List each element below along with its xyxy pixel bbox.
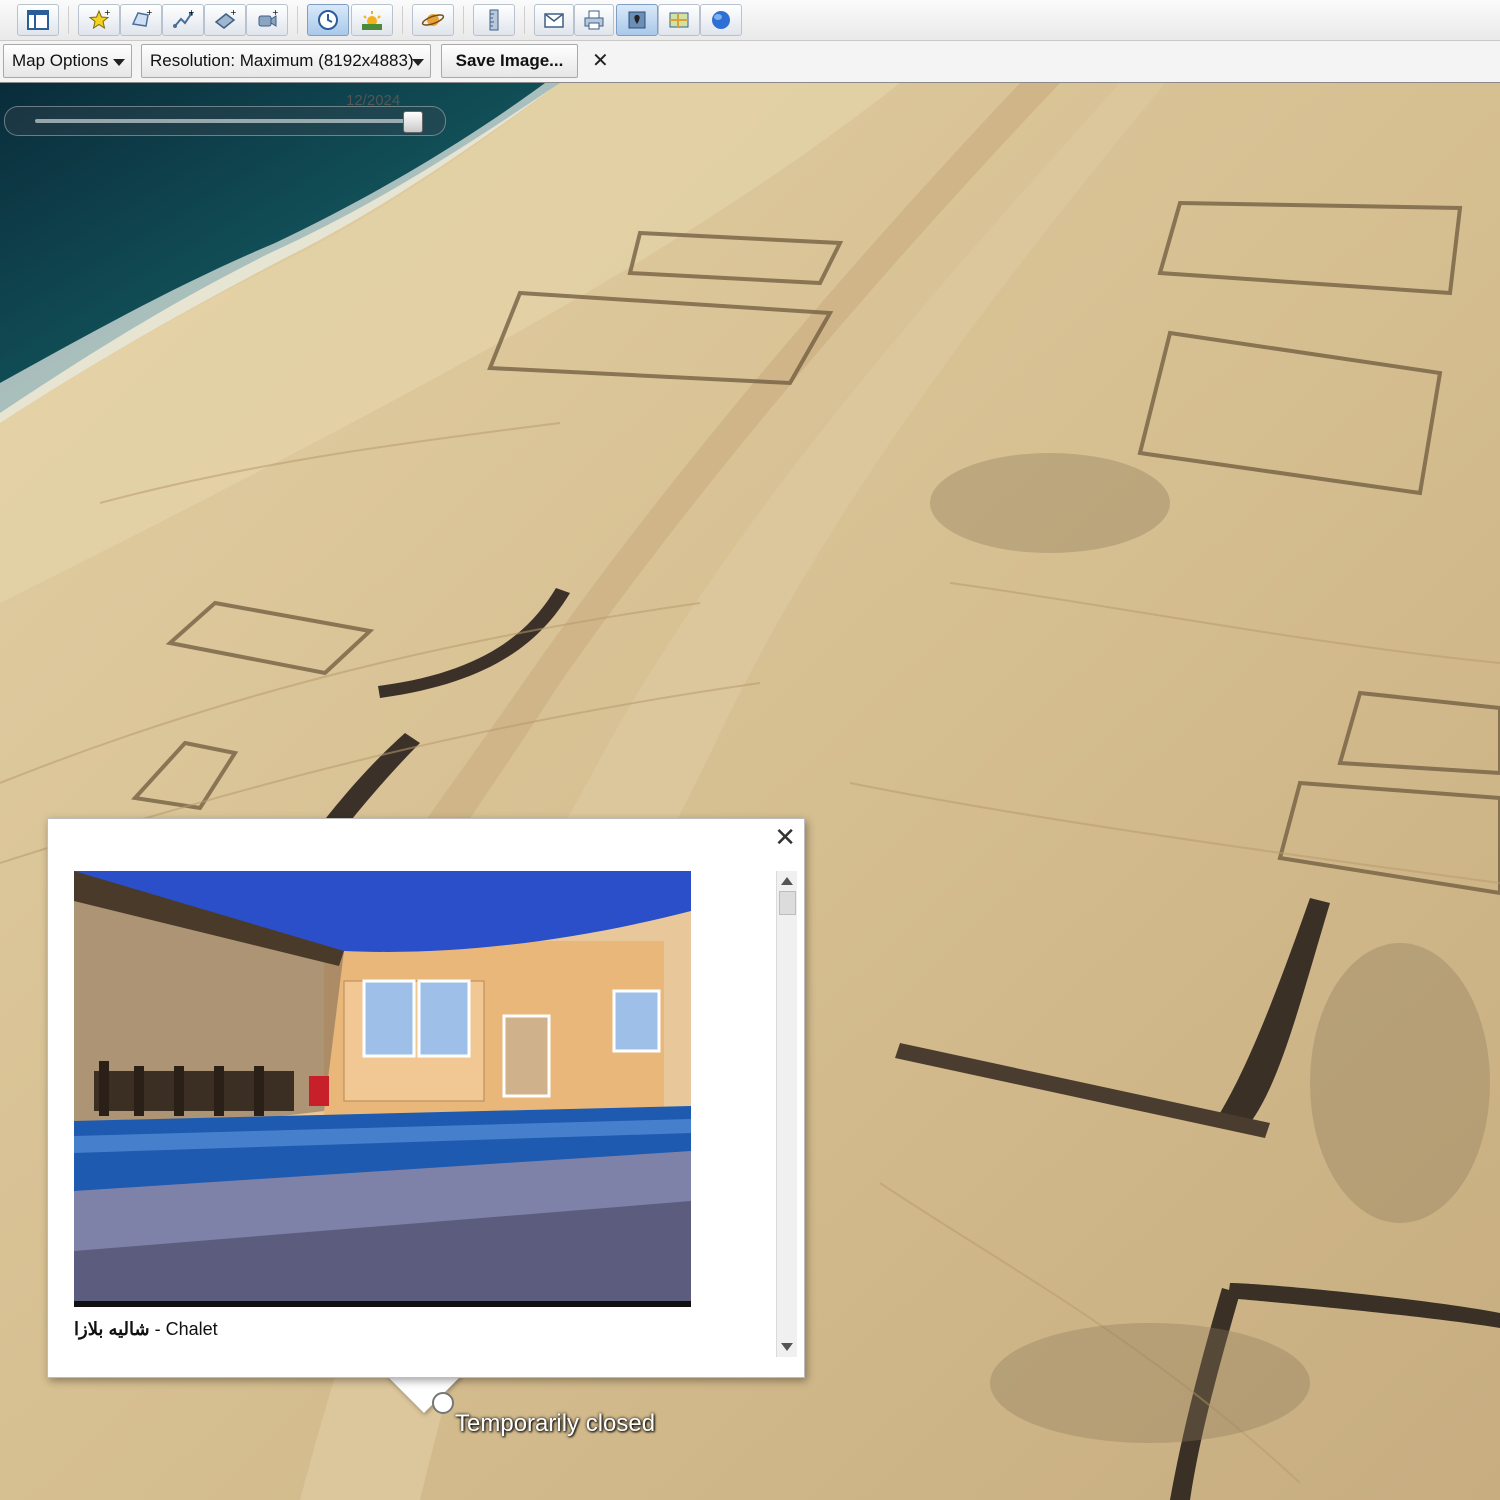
scroll-up-icon[interactable] xyxy=(781,877,793,885)
time-slider-date: 12/2024 xyxy=(346,92,401,109)
add-placemark-button[interactable]: + xyxy=(78,4,120,36)
svg-text:+: + xyxy=(104,8,111,17)
place-photo[interactable] xyxy=(74,871,691,1307)
sunlight-icon xyxy=(362,11,382,30)
place-info-popup: ✕ شاليه بلازا - Chalet xyxy=(47,818,805,1378)
place-category: Chalet xyxy=(165,1319,218,1339)
sidebar-toggle-button[interactable] xyxy=(17,4,59,36)
ruler-button[interactable] xyxy=(473,4,515,36)
resolution-dropdown[interactable]: Resolution: Maximum (8192x4883) xyxy=(141,44,431,78)
email-button[interactable] xyxy=(534,4,574,36)
add-path-button[interactable]: + xyxy=(162,4,204,36)
chevron-down-icon xyxy=(412,59,424,66)
view-in-maps-icon xyxy=(669,12,689,28)
caption-separator: - xyxy=(149,1319,166,1339)
main-toolbar: + + + + + xyxy=(0,0,1500,41)
popup-scrollbar[interactable] xyxy=(776,871,797,1357)
scroll-down-icon[interactable] xyxy=(781,1343,793,1351)
record-tour-icon: + xyxy=(258,8,279,27)
save-image-action-button[interactable]: Save Image... xyxy=(441,44,578,78)
add-placemark-icon: + xyxy=(88,8,111,30)
record-tour-button[interactable]: + xyxy=(246,4,288,36)
chevron-down-icon xyxy=(113,59,125,66)
map-options-dropdown[interactable]: Map Options xyxy=(3,44,132,78)
svg-text:+: + xyxy=(188,8,195,17)
ruler-icon xyxy=(489,9,499,31)
time-slider[interactable] xyxy=(4,106,446,136)
save-image-options-bar: Map Options Resolution: Maximum (8192x48… xyxy=(0,41,1500,84)
map-options-label: Map Options xyxy=(12,51,109,70)
place-status-label[interactable]: Temporarily closed xyxy=(455,1410,655,1438)
add-polygon-icon: + xyxy=(131,8,153,27)
time-slider-handle[interactable] xyxy=(403,111,423,133)
view-in-maps-button[interactable] xyxy=(658,4,700,36)
earth-gallery-button[interactable] xyxy=(700,4,742,36)
place-marker-icon[interactable] xyxy=(432,1392,454,1414)
planets-button[interactable] xyxy=(412,4,454,36)
resolution-label: Resolution: Maximum (8192x4883) xyxy=(150,51,414,70)
sunlight-button[interactable] xyxy=(351,4,393,36)
sidebar-toggle-icon xyxy=(27,10,49,30)
save-image-icon xyxy=(628,11,646,29)
print-button[interactable] xyxy=(574,4,614,36)
place-caption: شاليه بلازا - Chalet xyxy=(74,1319,218,1340)
planets-icon xyxy=(421,14,445,26)
add-polygon-button[interactable]: + xyxy=(120,4,162,36)
save-image-label: Save Image... xyxy=(455,51,564,70)
earth-gallery-icon xyxy=(712,11,730,29)
scrollbar-thumb[interactable] xyxy=(779,891,796,915)
chalet-pool-image xyxy=(74,871,691,1307)
add-image-overlay-button[interactable]: + xyxy=(204,4,246,36)
place-name-arabic: شاليه بلازا xyxy=(74,1319,150,1339)
save-image-button[interactable] xyxy=(616,4,658,36)
add-path-icon: + xyxy=(173,8,195,28)
historical-imagery-icon xyxy=(318,10,338,30)
svg-text:+: + xyxy=(230,8,237,17)
historical-imagery-button[interactable] xyxy=(307,4,349,36)
svg-text:+: + xyxy=(272,8,279,17)
time-slider-track[interactable] xyxy=(35,119,410,123)
email-icon xyxy=(544,13,564,28)
add-image-overlay-icon: + xyxy=(214,8,237,29)
close-popup-button[interactable]: ✕ xyxy=(774,825,796,851)
close-save-image-button[interactable]: ✕ xyxy=(592,48,612,72)
svg-text:+: + xyxy=(146,8,153,17)
print-icon xyxy=(584,10,604,30)
